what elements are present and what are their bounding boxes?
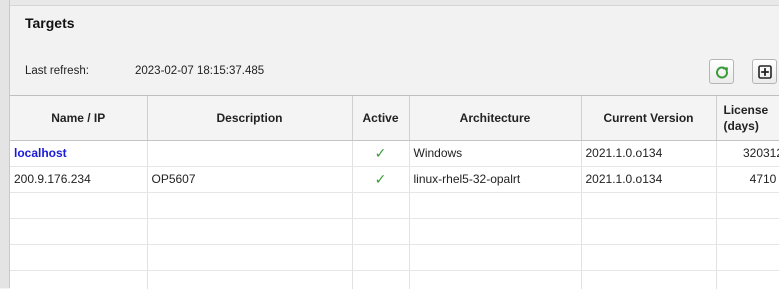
column-header-current-version[interactable]: Current Version xyxy=(581,96,717,141)
active-check-icon: ✓ xyxy=(352,166,410,193)
panel-title: Targets xyxy=(25,15,75,31)
column-header-name[interactable]: Name / IP xyxy=(10,96,148,141)
target-description xyxy=(147,140,353,167)
target-name: 200.9.176.234 xyxy=(10,166,148,193)
empty-row xyxy=(10,218,779,245)
empty-row xyxy=(10,244,779,271)
table-row[interactable]: localhost ✓ Windows 2021.1.0.o134 320312 xyxy=(10,140,779,167)
targets-table: Name / IP Description Active Architectur… xyxy=(10,95,779,289)
target-architecture: Windows xyxy=(409,140,582,167)
target-version: 2021.1.0.o134 xyxy=(581,140,717,167)
add-icon xyxy=(757,64,772,79)
empty-row xyxy=(10,192,779,219)
refresh-button[interactable] xyxy=(709,59,734,84)
column-header-architecture[interactable]: Architecture xyxy=(409,96,582,141)
column-header-active[interactable]: Active xyxy=(352,96,410,141)
table-row[interactable]: 200.9.176.234 OP5607 ✓ linux-rhel5-32-op… xyxy=(10,166,779,193)
target-name-link[interactable]: localhost xyxy=(10,140,148,167)
target-license: 4710 xyxy=(716,166,779,193)
column-header-license-text: License (days) xyxy=(723,102,769,133)
refresh-icon xyxy=(715,66,728,78)
column-header-license[interactable]: License (days) xyxy=(716,96,779,141)
active-check-icon: ✓ xyxy=(352,140,410,167)
target-architecture: linux-rhel5-32-opalrt xyxy=(409,166,582,193)
top-rule xyxy=(10,0,779,6)
target-description: OP5607 xyxy=(147,166,353,193)
target-license: 320312 xyxy=(716,140,779,167)
last-refresh-label: Last refresh: xyxy=(25,65,89,77)
last-refresh-value: 2023-02-07 18:15:37.485 xyxy=(135,65,265,77)
target-version: 2021.1.0.o134 xyxy=(581,166,717,193)
column-header-description[interactable]: Description xyxy=(147,96,353,141)
empty-row xyxy=(10,270,779,289)
left-border xyxy=(0,0,10,288)
add-target-button[interactable] xyxy=(752,59,777,84)
